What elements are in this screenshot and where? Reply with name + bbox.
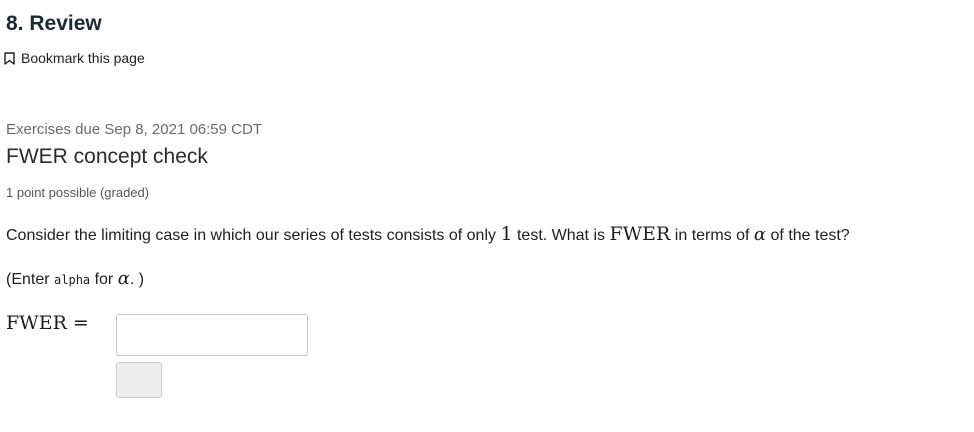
- bookmark-icon: [4, 51, 15, 65]
- question-part-2: test. What is: [512, 227, 610, 244]
- question-part-4: of the test?: [766, 227, 850, 244]
- answer-label: FWER =: [6, 312, 89, 334]
- points-possible: 1 point possible (graded): [6, 185, 150, 200]
- hint-symbol: α: [117, 268, 130, 289]
- question-number: 1: [500, 223, 513, 245]
- hint-text: (Enter alpha for α. ): [6, 268, 144, 289]
- question-part-1: Consider the limiting case in which our …: [6, 227, 501, 244]
- question-text: Consider the limiting case in which our …: [6, 223, 850, 245]
- answer-input[interactable]: [116, 314, 308, 356]
- due-date: Exercises due Sep 8, 2021 06:59 CDT: [6, 121, 262, 138]
- submit-button[interactable]: [116, 362, 162, 398]
- hint-code: alpha: [54, 273, 91, 287]
- question-term: FWER: [609, 223, 671, 245]
- hint-part-3: . ): [129, 271, 145, 288]
- hint-part-1: (Enter: [6, 271, 55, 288]
- page-title: 8. Review: [6, 12, 102, 35]
- problem-title: FWER concept check: [6, 145, 208, 168]
- bookmark-button[interactable]: Bookmark this page: [4, 50, 145, 66]
- question-symbol: α: [753, 224, 767, 245]
- question-part-3: in terms of: [670, 227, 754, 244]
- bookmark-label: Bookmark this page: [21, 50, 145, 66]
- hint-part-2: for: [90, 271, 118, 288]
